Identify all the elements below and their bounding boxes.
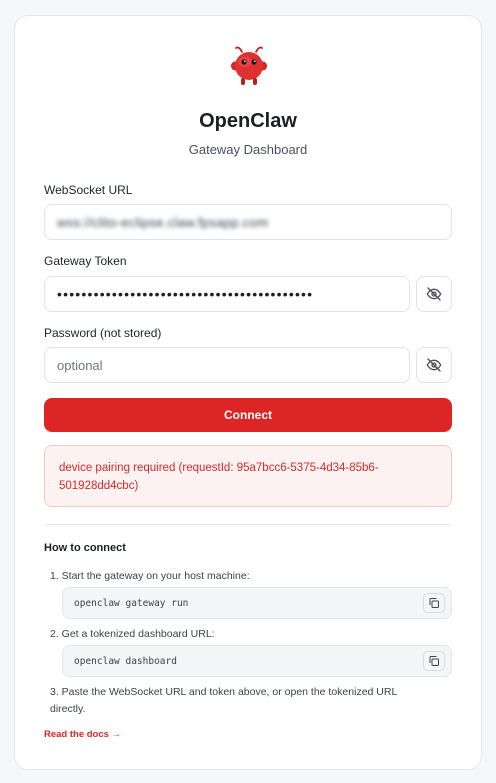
app-title: OpenClaw: [199, 110, 297, 132]
gateway-token-label: Gateway Token: [44, 254, 127, 268]
eye-off-icon: [426, 287, 442, 301]
app-subtitle: Gateway Dashboard: [188, 142, 308, 157]
connect-button[interactable]: Connect: [44, 398, 452, 432]
step-3-text: 3. Paste the WebSocket URL and token abo…: [50, 686, 397, 715]
howto-title: How to connect: [44, 542, 126, 554]
gateway-token-value: ••••••••••••••••••••••••••••••••••••••••…: [57, 286, 314, 302]
copy-command-button[interactable]: [423, 593, 445, 613]
step-2-command-box: openclaw dashboard: [62, 645, 452, 677]
login-card: OpenClaw Gateway Dashboard WebSocket URL…: [14, 15, 482, 770]
copy-command-button[interactable]: [423, 651, 445, 671]
copy-icon: [429, 598, 439, 608]
copy-icon: [429, 656, 439, 666]
password-input[interactable]: [44, 347, 410, 383]
password-label: Password (not stored): [44, 326, 162, 340]
step-2-command: openclaw dashboard: [74, 655, 177, 667]
websocket-url-label: WebSocket URL: [44, 183, 133, 197]
crab-logo-icon: [231, 46, 267, 85]
step-1-text: 1. Start the gateway on your host machin…: [50, 570, 250, 582]
read-docs-link[interactable]: Read the docs →: [44, 729, 121, 740]
error-message: device pairing required (requestId: 95a7…: [59, 462, 379, 492]
gateway-token-input[interactable]: ••••••••••••••••••••••••••••••••••••••••…: [44, 276, 410, 312]
error-alert: device pairing required (requestId: 95a7…: [44, 445, 452, 507]
step-1-command: openclaw gateway run: [74, 597, 189, 609]
step-2-text: 2. Get a tokenized dashboard URL:: [50, 628, 215, 640]
eye-off-icon: [426, 358, 442, 372]
toggle-token-visibility-button[interactable]: [416, 276, 452, 312]
websocket-url-input[interactable]: wss://clito-eclipse.claw.fpsapp.com: [44, 204, 452, 240]
toggle-password-visibility-button[interactable]: [416, 347, 452, 383]
divider: [44, 524, 452, 525]
websocket-url-value: wss://clito-eclipse.claw.fpsapp.com: [57, 214, 269, 230]
step-1-command-box: openclaw gateway run: [62, 587, 452, 619]
